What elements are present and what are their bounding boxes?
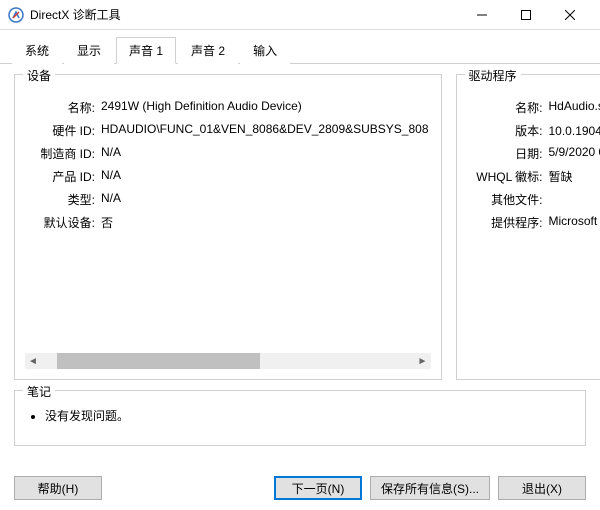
device-type-value: N/A	[101, 191, 121, 208]
driver-name-row: 名称: HdAudio.sys	[469, 99, 600, 116]
close-button[interactable]	[548, 1, 592, 29]
driver-other-row: 其他文件:	[469, 191, 600, 208]
notes-legend: 笔记	[23, 383, 55, 400]
tab-bar: 系统 显示 声音 1 声音 2 输入	[0, 30, 600, 64]
tab-sound-2[interactable]: 声音 2	[178, 37, 238, 64]
tab-input[interactable]: 输入	[240, 37, 290, 64]
driver-name-label: 名称:	[469, 99, 543, 116]
device-hscrollbar[interactable]: ◄ ►	[25, 353, 431, 369]
device-prod-label: 产品 ID:	[27, 168, 95, 185]
device-mfg-label: 制造商 ID:	[27, 145, 95, 162]
scroll-right-icon[interactable]: ►	[415, 353, 431, 369]
driver-version-row: 版本: 10.0.19041.264 (英语(美国))	[469, 122, 600, 139]
device-name-label: 名称:	[27, 99, 95, 116]
driver-list: 名称: HdAudio.sys 版本: 10.0.19041.264 (英语(美国)…	[467, 93, 600, 239]
driver-whql-row: WHQL 徽标: 暂缺	[469, 168, 600, 185]
notes-item: 没有发现问题。	[45, 407, 577, 424]
device-default-row: 默认设备: 否	[27, 214, 429, 231]
device-hwid-label: 硬件 ID:	[27, 122, 95, 139]
driver-version-label: 版本:	[469, 122, 543, 139]
maximize-button[interactable]	[504, 1, 548, 29]
driver-date-label: 日期:	[469, 145, 543, 162]
window-title: DirectX 诊断工具	[30, 6, 460, 23]
window-controls	[460, 1, 592, 29]
save-all-button[interactable]: 保存所有信息(S)...	[370, 476, 490, 500]
notes-wrap: 笔记 没有发现问题。	[14, 390, 586, 446]
device-mfg-value: N/A	[101, 145, 121, 162]
device-prod-value: N/A	[101, 168, 121, 185]
tab-system[interactable]: 系统	[12, 37, 62, 64]
driver-provider-row: 提供程序: Microsoft	[469, 214, 600, 231]
device-name-row: 名称: 2491W (High Definition Audio Device)	[27, 99, 429, 116]
driver-provider-label: 提供程序:	[469, 214, 543, 231]
device-legend: 设备	[23, 67, 55, 84]
driver-name-value: HdAudio.sys	[549, 99, 600, 116]
tab-display[interactable]: 显示	[64, 37, 114, 64]
driver-whql-label: WHQL 徽标:	[469, 168, 543, 185]
driver-provider-value: Microsoft	[549, 214, 598, 231]
device-default-label: 默认设备:	[27, 214, 95, 231]
device-list: 名称:2491W (High Definition Audio Device) …	[25, 93, 431, 353]
driver-other-label: 其他文件:	[469, 191, 543, 208]
notes-panel: 笔记 没有发现问题。	[14, 390, 586, 446]
tab-sound-1[interactable]: 声音 1	[116, 37, 176, 64]
device-type-row: 类型: N/A	[27, 191, 429, 208]
driver-whql-value: 暂缺	[549, 168, 573, 185]
device-hwid-row: 硬件 ID: HDAUDIO\FUNC_01&VEN_8086&DEV_2809&…	[27, 122, 429, 139]
driver-version-value: 10.0.19041.264 (英语(美国))	[549, 122, 600, 139]
content-area: 设备 名称: 2491W (High Definition Audio Devic…	[0, 64, 600, 386]
button-bar: 帮助(H) 下一页(N) 保存所有信息(S)... 退出(X)	[0, 466, 600, 510]
minimize-button[interactable]	[460, 1, 504, 29]
device-hwid-value: HDAUDIO\FUNC_01&VEN_8086&DEV_2809&SUBSYS…	[101, 122, 429, 139]
next-page-button[interactable]: 下一页(N)	[274, 476, 362, 500]
exit-button[interactable]: 退出(X)	[498, 476, 586, 500]
app-icon	[8, 7, 24, 23]
device-prod-row: 产品 ID: N/A	[27, 168, 429, 185]
driver-panel: 驱动程序 名称:HdAudio.sys 版本:10.0.19041.264 (英…	[456, 74, 600, 380]
scroll-thumb[interactable]	[57, 353, 260, 369]
help-button[interactable]: 帮助(H)	[14, 476, 102, 500]
notes-list: 没有发现问题。	[45, 407, 577, 424]
device-type-label: 类型:	[27, 191, 95, 208]
driver-date-value: 5/9/2020 08:00:00	[549, 145, 600, 162]
device-mfg-row: 制造商 ID: N/A	[27, 145, 429, 162]
scroll-left-icon[interactable]: ◄	[25, 353, 41, 369]
driver-date-row: 日期: 5/9/2020 08:00:00	[469, 145, 600, 162]
driver-legend: 驱动程序	[465, 67, 521, 84]
device-default-value: 否	[101, 214, 113, 231]
device-panel: 设备 名称:2491W (High Definition Audio Devic…	[14, 74, 442, 380]
titlebar: DirectX 诊断工具	[0, 0, 600, 30]
device-name-value: 2491W (High Definition Audio Device)	[101, 99, 302, 116]
